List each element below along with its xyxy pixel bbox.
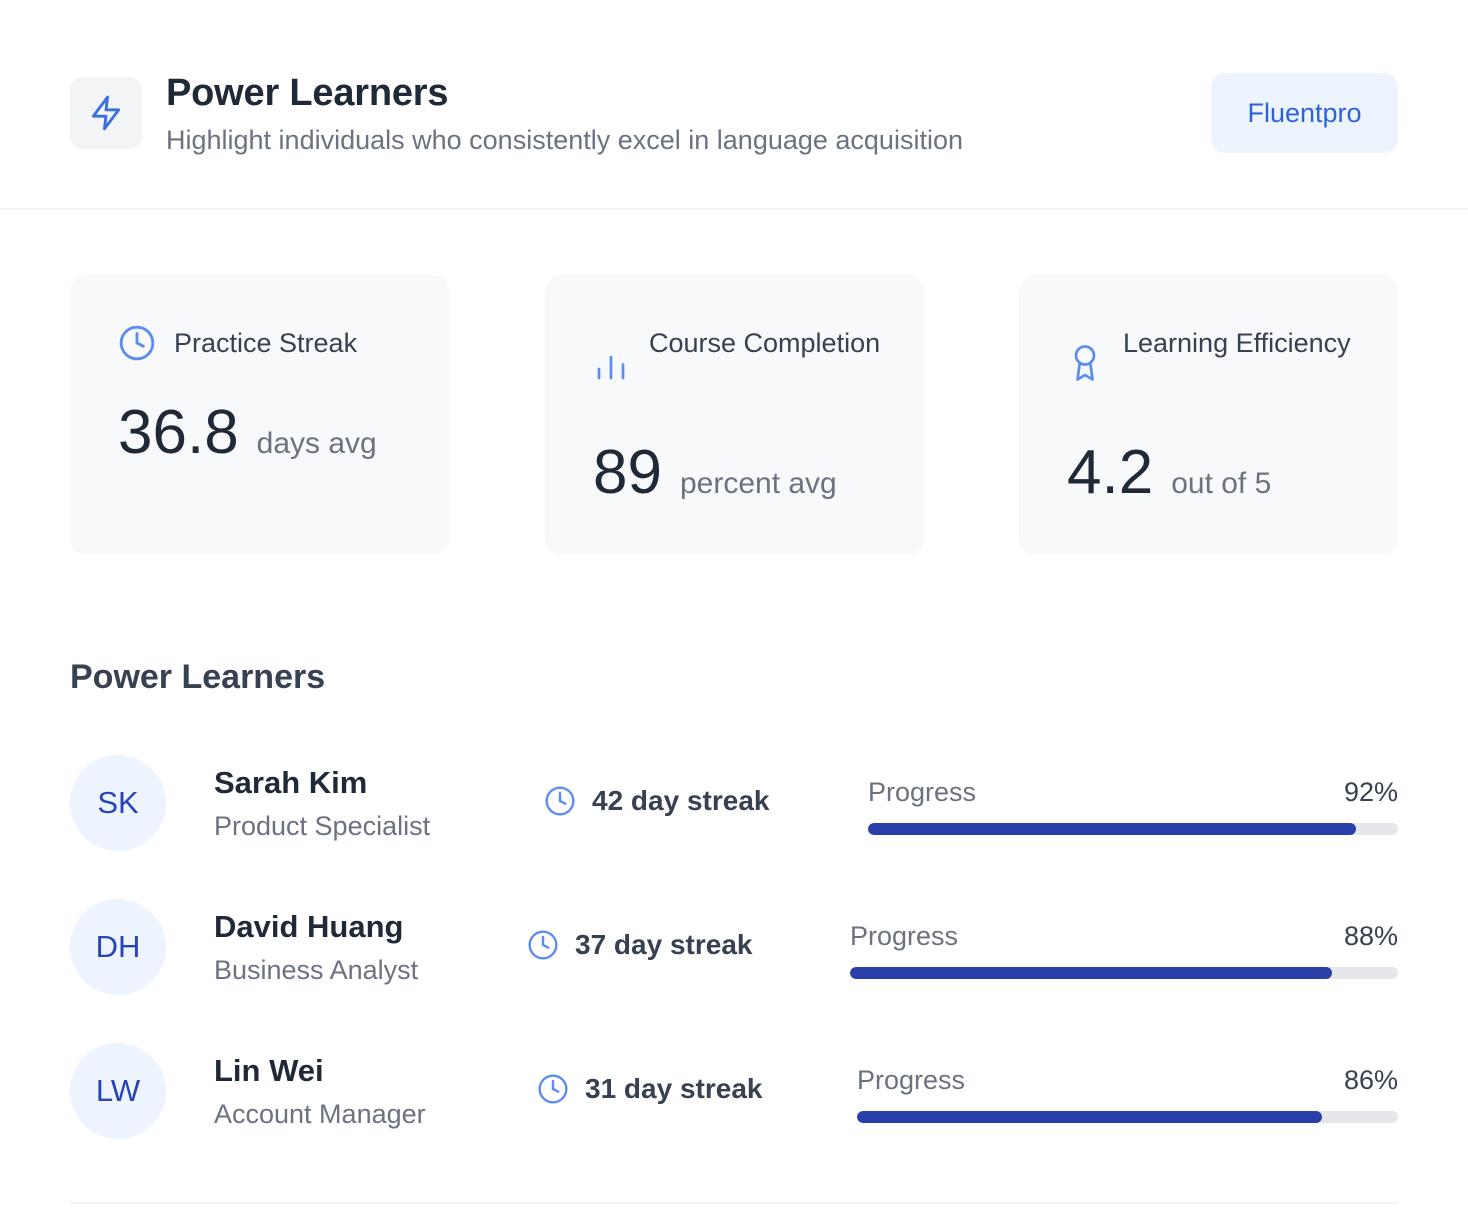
- stat-value-row: 4.2 out of 5: [1067, 437, 1271, 508]
- progress-track: [850, 967, 1398, 979]
- streak-info: 42 day streak: [544, 785, 769, 817]
- streak-text: 37 day streak: [575, 929, 753, 960]
- page-title: Power Learners: [166, 72, 449, 114]
- learner-name: Lin Wei: [214, 1053, 324, 1088]
- clock-icon: [528, 930, 558, 960]
- section-title: Power Learners: [70, 658, 326, 696]
- streak-text: 42 day streak: [592, 785, 770, 816]
- progress-label: Progress: [868, 777, 977, 807]
- progress-fill: [857, 1111, 1323, 1123]
- stat-label: Practice Streak: [174, 328, 358, 358]
- progress-percent: 86%: [1343, 1065, 1398, 1095]
- stat-value: 89: [593, 438, 662, 507]
- logo-badge: [70, 77, 142, 149]
- avatar: DH: [70, 899, 166, 995]
- progress-track: [868, 823, 1398, 835]
- stat-label: Learning Efficiency: [1123, 328, 1351, 358]
- progress-percent: 92%: [1343, 777, 1398, 807]
- stat-value: 36.8: [118, 398, 239, 467]
- progress-percent: 88%: [1343, 921, 1398, 951]
- progress-label: Progress: [857, 1065, 966, 1095]
- brand-button[interactable]: Fluentpro: [1211, 73, 1398, 153]
- stat-unit: out of 5: [1171, 467, 1272, 500]
- clock-icon: [545, 786, 575, 816]
- bar-chart-icon: [597, 355, 625, 380]
- learner-name: David Huang: [214, 909, 404, 944]
- stat-value-row: 36.8 days avg: [118, 397, 377, 468]
- stat-value-row: 89 percent avg: [593, 437, 837, 508]
- progress-label: Progress: [850, 921, 959, 951]
- avatar: LW: [70, 1043, 166, 1139]
- stat-unit: days avg: [256, 427, 377, 460]
- stat-card-practice-streak: Practice Streak 36.8 days avg: [70, 275, 449, 555]
- learner-row[interactable]: LW Lin Wei Account Manager 31 day streak…: [70, 1043, 1398, 1139]
- stat-label: Course Completion: [649, 328, 881, 358]
- learner-name: Sarah Kim: [214, 765, 368, 800]
- stat-card-course-completion: Course Completion 89 percent avg: [545, 275, 924, 555]
- stat-card-learning-efficiency: Learning Efficiency 4.2 out of 5: [1019, 275, 1398, 555]
- learner-role: Business Analyst: [214, 955, 419, 985]
- divider: [70, 1202, 1398, 1204]
- progress-fill: [850, 967, 1333, 979]
- learner-row[interactable]: SK Sarah Kim Product Specialist 42 day s…: [70, 755, 1398, 851]
- stat-unit: percent avg: [679, 467, 837, 500]
- avatar: SK: [70, 755, 166, 851]
- page-subtitle: Highlight individuals who consistently e…: [166, 125, 963, 155]
- progress-track: [857, 1111, 1398, 1123]
- learner-role: Account Manager: [214, 1099, 426, 1129]
- streak-info: 37 day streak: [527, 929, 752, 961]
- page-header: Power Learners Highlight individuals who…: [0, 0, 1468, 210]
- stat-value: 4.2: [1067, 438, 1154, 507]
- award-icon: [1074, 345, 1096, 381]
- clock-icon: [538, 1074, 568, 1104]
- clock-icon: [119, 325, 155, 361]
- streak-info: 31 day streak: [537, 1073, 762, 1105]
- progress-fill: [868, 823, 1356, 835]
- learner-role: Product Specialist: [214, 811, 431, 841]
- learner-row[interactable]: DH David Huang Business Analyst 37 day s…: [70, 899, 1398, 995]
- lightning-bolt-icon: [91, 95, 121, 131]
- streak-text: 31 day streak: [585, 1073, 763, 1104]
